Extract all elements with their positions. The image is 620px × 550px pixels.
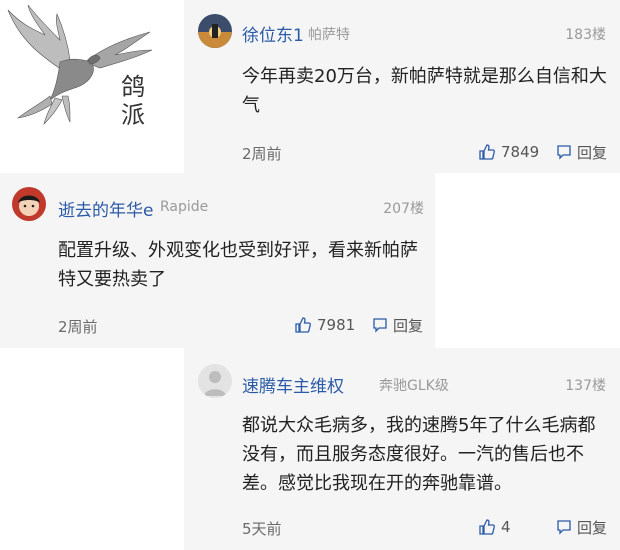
car-tag: 奔驰GLK级 — [379, 378, 449, 394]
floor-number: 137楼 — [565, 378, 606, 394]
comment-card-2: 逝去的年华e Rapide 207楼 配置升级、外观变化也受到好评，看来新帕萨特… — [0, 173, 435, 348]
reply-label: 回复 — [577, 143, 608, 162]
logo-text-line2: 派 — [121, 101, 145, 129]
comment-card-3: 速腾车主维权 奔驰GLK级 137楼 都说大众毛病多，我的速腾5年了什么毛病都没… — [184, 348, 620, 550]
like-count: 4 — [501, 518, 511, 536]
username[interactable]: 速腾车主维权 — [242, 372, 344, 397]
car-tag: 帕萨特 — [308, 27, 350, 43]
user-avatar[interactable] — [198, 14, 232, 48]
thumbs-up-icon — [295, 317, 311, 333]
reply-button[interactable]: 回复 — [556, 517, 607, 537]
reply-icon — [557, 145, 571, 160]
like-count: 7849 — [501, 143, 540, 161]
thumbs-up-icon — [479, 519, 495, 535]
logo-text-line1: 鸽 — [121, 73, 145, 101]
comment-text: 今年再卖20万台，新帕萨特就是那么自信和大气 — [242, 66, 607, 116]
thumbs-up-icon — [479, 144, 495, 160]
floor-number: 183楼 — [565, 27, 606, 43]
comment-text: 配置升级、外观变化也受到好评，看来新帕萨特又要热卖了 — [58, 240, 418, 290]
comment-time: 5天前 — [242, 520, 282, 538]
reply-icon — [373, 318, 387, 333]
child-avatar-icon — [12, 187, 46, 221]
reply-label: 回复 — [393, 316, 424, 335]
comment-card-1: 徐位东1 帕萨特 183楼 今年再卖20万台，新帕萨特就是那么自信和大气 2周前… — [184, 0, 620, 173]
comment-text: 都说大众毛病多，我的速腾5年了什么毛病都没有，而且服务态度很好。一汽的售后也不差… — [242, 415, 596, 494]
comment-time: 2周前 — [58, 318, 98, 336]
user-avatar[interactable] — [12, 187, 46, 221]
car-tag: Rapide — [160, 199, 209, 215]
user-avatar[interactable] — [198, 364, 232, 398]
floor-number: 207楼 — [383, 201, 424, 217]
reply-icon — [557, 520, 571, 535]
dove-icon — [7, 4, 153, 125]
like-count: 7981 — [317, 316, 356, 334]
like-button[interactable]: 7849 — [478, 142, 539, 162]
dove-logo: 鸽 派 — [0, 0, 175, 130]
comment-time: 2周前 — [242, 145, 282, 163]
reply-button[interactable]: 回复 — [556, 142, 607, 162]
sunset-avatar-icon — [198, 14, 232, 48]
reply-label: 回复 — [577, 518, 608, 537]
like-button[interactable]: 7981 — [294, 315, 355, 335]
username[interactable]: 徐位东1 — [242, 21, 304, 46]
like-button[interactable]: 4 — [478, 517, 511, 537]
default-user-avatar-icon — [198, 364, 232, 398]
username[interactable]: 逝去的年华e — [58, 196, 153, 221]
reply-button[interactable]: 回复 — [372, 315, 423, 335]
